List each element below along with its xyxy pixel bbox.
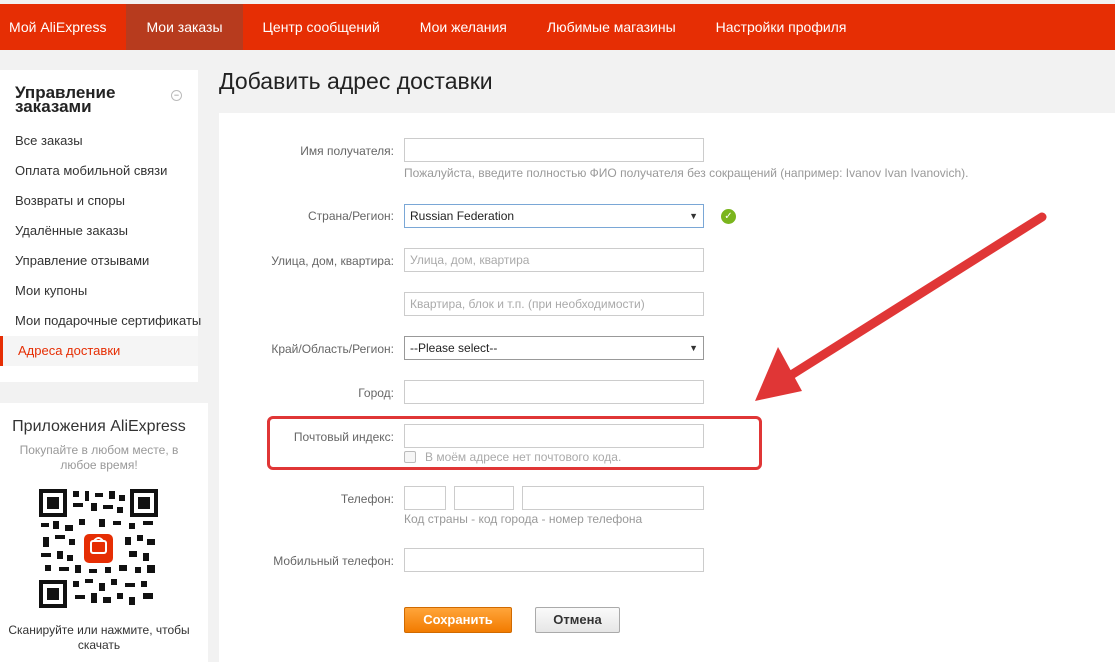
nav-brand-prefix: Мой — [9, 19, 41, 35]
dropdown-arrow-icon: ▼ — [689, 343, 698, 353]
nav-favorite-stores[interactable]: Любимые магазины — [527, 4, 696, 50]
dropdown-arrow-icon: ▼ — [689, 211, 698, 221]
sidebar-menu: Все заказы Оплата мобильной связи Возвра… — [0, 126, 201, 366]
save-button[interactable]: Сохранить — [404, 607, 512, 633]
region-selected-value: --Please select-- — [410, 341, 498, 355]
city-label: Город: — [358, 386, 394, 400]
country-label: Страна/Регион: — [307, 209, 394, 223]
sidebar-item-returns-disputes[interactable]: Возвраты и споры — [0, 186, 198, 216]
mobile-phone-label: Мобильный телефон: — [273, 554, 394, 568]
nav-profile-settings[interactable]: Настройки профиля — [696, 4, 867, 50]
region-label: Край/Область/Регион: — [271, 342, 394, 356]
sidebar-item-mobile-payment[interactable]: Оплата мобильной связи — [0, 156, 198, 186]
nav-messages[interactable]: Центр сообщений — [243, 4, 400, 50]
phone-label: Телефон: — [340, 492, 394, 506]
sidebar-item-coupons[interactable]: Мои купоны — [0, 276, 198, 306]
sidebar-item-gift-cards[interactable]: Мои подарочные сертификаты — [0, 306, 201, 336]
sidebar-item-deleted-orders[interactable]: Удалённые заказы — [0, 216, 198, 246]
mobile-phone-input[interactable] — [404, 548, 704, 572]
check-icon: ✓ — [721, 209, 736, 224]
qr-code-icon[interactable] — [39, 489, 158, 608]
phone-area-code-input[interactable] — [454, 486, 514, 510]
recipient-hint: Пожалуйста, введите полностью ФИО получа… — [404, 166, 969, 180]
annotation-highlight-box — [267, 416, 762, 470]
country-selected-value: Russian Federation — [410, 209, 515, 223]
city-input[interactable] — [404, 380, 704, 404]
street-input[interactable]: Улица, дом, квартира — [404, 248, 704, 272]
sidebar-title: Управление заказами — [15, 83, 116, 116]
cancel-button[interactable]: Отмена — [535, 607, 620, 633]
phone-country-code-input[interactable] — [404, 486, 446, 510]
apps-footer: Сканируйте или нажмите, чтобы скачать — [8, 623, 190, 652]
sidebar: Управление заказами − Все заказы Оплата … — [0, 70, 201, 382]
phone-number-input[interactable] — [522, 486, 704, 510]
top-navigation: Мой AliExpress Мои заказы Центр сообщени… — [0, 4, 1115, 50]
recipient-input[interactable] — [404, 138, 704, 162]
apps-subtitle: Покупайте в любом месте, в любое время! — [19, 443, 179, 472]
country-select[interactable]: Russian Federation ▼ — [404, 204, 704, 228]
phone-hint: Код страны - код города - номер телефона — [404, 512, 643, 526]
sidebar-item-all-orders[interactable]: Все заказы — [0, 126, 198, 156]
apps-promo: Приложения AliExpress Покупайте в любом … — [0, 403, 208, 662]
apps-title: Приложения AliExpress — [12, 418, 186, 435]
sidebar-item-manage-reviews[interactable]: Управление отзывами — [0, 246, 198, 276]
apartment-input[interactable]: Квартира, блок и т.п. (при необходимости… — [404, 292, 704, 316]
street-label: Улица, дом, квартира: — [271, 254, 394, 268]
annotation-arrow-icon — [755, 212, 1047, 401]
nav-wishlist[interactable]: Мои желания — [400, 4, 527, 50]
recipient-label: Имя получателя: — [300, 144, 394, 158]
nav-my-aliexpress[interactable]: Мой AliExpress — [0, 4, 126, 50]
nav-brand-name: AliExpress — [40, 19, 107, 35]
sidebar-item-shipping-addresses[interactable]: Адреса доставки — [0, 336, 198, 366]
nav-my-orders[interactable]: Мои заказы — [126, 4, 243, 50]
collapse-icon[interactable]: − — [171, 90, 182, 101]
region-select[interactable]: --Please select-- ▼ — [404, 336, 704, 360]
page-title: Добавить адрес доставки — [219, 68, 493, 94]
